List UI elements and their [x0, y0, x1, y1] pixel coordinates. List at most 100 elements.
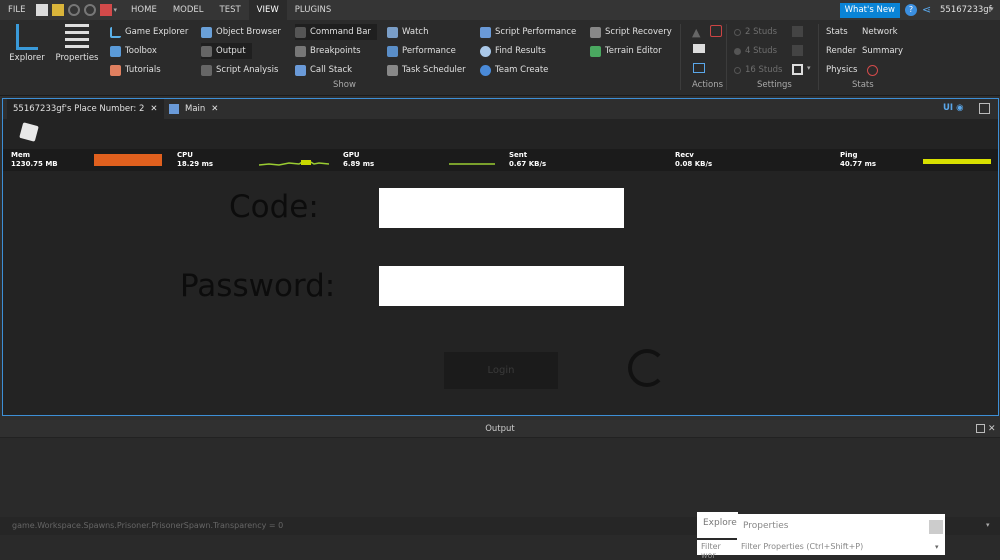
filter-dropdown-icon[interactable]: ▾: [935, 543, 939, 551]
gpu-graph: [449, 163, 495, 165]
code-label: Code:: [229, 189, 319, 225]
breakpoints-icon: [295, 45, 306, 57]
radio-icon: [734, 47, 741, 55]
divider: [726, 24, 727, 90]
script-performance-icon: [480, 26, 491, 38]
stop-icon[interactable]: [99, 4, 112, 16]
physics-button[interactable]: Physics: [826, 62, 879, 78]
stat-cpu: CPU 18.29 ms: [177, 151, 214, 168]
username[interactable]: 55167233gf: [940, 5, 992, 15]
explorer-icon: [16, 24, 38, 50]
team-create-button[interactable]: Team Create: [480, 62, 548, 78]
script-performance-button[interactable]: Script Performance: [480, 24, 576, 40]
layout-icon[interactable]: [792, 64, 803, 75]
script-analysis-icon: [201, 64, 212, 76]
watch-button[interactable]: Watch: [387, 24, 428, 40]
tab-test[interactable]: TEST: [212, 0, 249, 20]
login-button[interactable]: Login: [444, 352, 558, 389]
divider: [680, 24, 681, 90]
float-icon[interactable]: [976, 424, 985, 433]
camera-icon[interactable]: [693, 63, 705, 73]
tabs-layout-icon[interactable]: [979, 103, 990, 114]
object-browser-button[interactable]: Object Browser: [201, 24, 281, 40]
layout-dropdown-icon[interactable]: ▾: [807, 64, 811, 72]
tab-plugins[interactable]: PLUGINS: [287, 0, 340, 20]
tab-home[interactable]: HOME: [123, 0, 165, 20]
game-viewport[interactable]: 55167233gf's Place Number: 2 ✕ Main ✕ UI…: [2, 98, 999, 416]
grid-icon[interactable]: [792, 26, 803, 37]
undo-icon[interactable]: [67, 4, 80, 16]
toolbox-button[interactable]: Toolbox: [110, 43, 157, 59]
customize-dropdown-icon[interactable]: ▾: [114, 6, 118, 14]
script-analysis-button[interactable]: Script Analysis: [201, 62, 278, 78]
script-recovery-button[interactable]: Script Recovery: [590, 24, 672, 40]
whats-new-button[interactable]: What's New: [839, 3, 900, 18]
watch-icon: [387, 26, 398, 38]
tab-place[interactable]: 55167233gf's Place Number: 2 ✕: [7, 99, 164, 119]
close-icon[interactable]: ✕: [988, 420, 996, 438]
call-stack-button[interactable]: Call Stack: [295, 62, 352, 78]
ui-toggle[interactable]: UI ◉: [943, 103, 964, 113]
close-icon[interactable]: ✕: [211, 99, 218, 119]
game-explorer-button[interactable]: Game Explorer: [110, 24, 188, 40]
share-icon[interactable]: ⋖: [922, 4, 934, 16]
stats-button[interactable]: Stats: [826, 24, 848, 40]
script-recovery-icon: [590, 26, 601, 38]
studs-16-radio[interactable]: 16 Studs: [734, 62, 782, 78]
tutorials-button[interactable]: Tutorials: [110, 62, 161, 78]
terrain-editor-button[interactable]: Terrain Editor: [590, 43, 662, 59]
divider: [818, 24, 819, 90]
task-scheduler-button[interactable]: Task Scheduler: [387, 62, 466, 78]
code-input[interactable]: [379, 188, 624, 228]
command-dropdown-icon[interactable]: ▾: [986, 521, 990, 529]
user-dropdown-icon[interactable]: ▾: [990, 5, 994, 13]
redo-icon[interactable]: [83, 4, 96, 16]
properties-panel-tab[interactable]: Properties: [737, 514, 945, 540]
call-stack-icon: [295, 64, 306, 76]
terrain-editor-icon: [590, 45, 601, 57]
performance-button[interactable]: Performance: [387, 43, 456, 59]
studs-2-radio[interactable]: 2 Studs: [734, 24, 777, 40]
warning-icon[interactable]: ▲: [692, 26, 700, 39]
group-label-stats: Stats: [852, 80, 874, 90]
explorer-button[interactable]: Explorer: [8, 22, 46, 63]
summary-button[interactable]: Summary: [862, 43, 903, 59]
file-menu[interactable]: FILE: [0, 0, 34, 20]
radio-icon: [734, 28, 741, 36]
radio-icon: [734, 66, 741, 74]
panel-close-icon[interactable]: [929, 520, 943, 534]
output-icon: [201, 45, 212, 57]
properties-button[interactable]: Properties: [56, 22, 98, 63]
group-label-settings: Settings: [757, 80, 792, 90]
close-icon[interactable]: ✕: [150, 99, 157, 119]
open-folder-icon[interactable]: [51, 4, 64, 16]
roblox-logo-icon[interactable]: [19, 122, 39, 142]
tab-main-script[interactable]: Main ✕: [163, 99, 224, 119]
stat-mem: Mem 1230.75 MB: [11, 151, 58, 168]
find-results-button[interactable]: Find Results: [480, 43, 546, 59]
properties-filter-input[interactable]: Filter Properties (Ctrl+Shift+P): [737, 540, 945, 555]
performance-stats-bar: Mem 1230.75 MB CPU 18.29 ms GPU 6.89 ms Sen…: [3, 149, 998, 171]
screen-icon[interactable]: [693, 44, 705, 53]
explorer-filter-input[interactable]: Filter wor: [697, 540, 738, 560]
eye-icon: ◉: [956, 103, 964, 113]
breakpoints-button[interactable]: Breakpoints: [295, 43, 361, 59]
output-header: Output ✕: [0, 420, 1000, 438]
tab-model[interactable]: MODEL: [165, 0, 212, 20]
network-button[interactable]: Network: [862, 24, 898, 40]
output-button[interactable]: Output: [201, 43, 252, 59]
studs-4-radio[interactable]: 4 Studs: [734, 43, 777, 59]
help-icon[interactable]: ?: [905, 4, 917, 16]
command-bar-button[interactable]: Command Bar: [295, 24, 377, 40]
loading-spinner-icon: [628, 349, 666, 387]
password-input[interactable]: [379, 266, 624, 306]
new-file-icon[interactable]: [35, 4, 48, 16]
tab-view[interactable]: VIEW: [248, 0, 287, 20]
render-button[interactable]: Render: [826, 43, 856, 59]
stat-ping: Ping 40.77 ms: [840, 151, 877, 168]
record-icon[interactable]: [710, 25, 722, 37]
clear-stats-icon[interactable]: [867, 64, 879, 76]
explorer-panel-tab[interactable]: Explore: [697, 512, 738, 538]
grid-icon[interactable]: [792, 45, 803, 56]
toolbox-icon: [110, 45, 121, 57]
